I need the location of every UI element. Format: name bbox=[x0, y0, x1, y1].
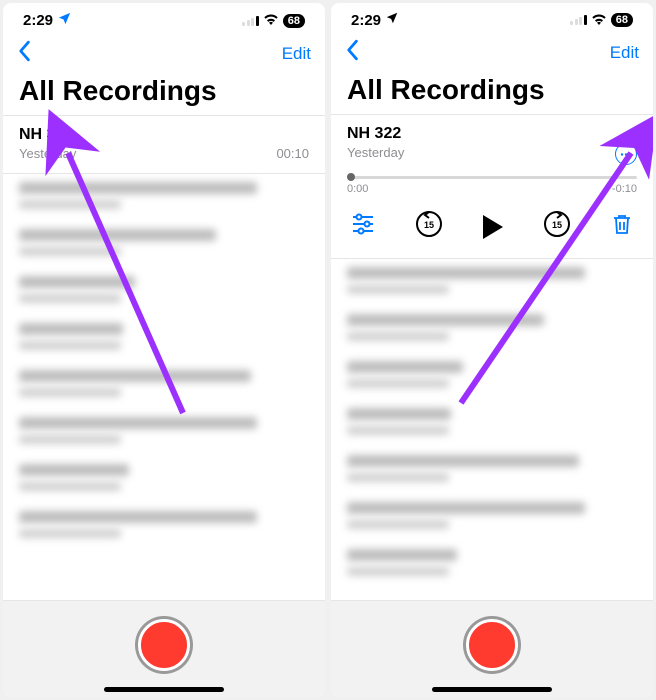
list-item bbox=[19, 182, 309, 209]
recording-date: Yesterday bbox=[347, 145, 404, 160]
status-bar: 2:29 68 bbox=[3, 3, 325, 34]
scrubber-time-start: 0:00 bbox=[347, 183, 368, 195]
location-icon bbox=[385, 11, 399, 29]
nav-bar: Edit bbox=[331, 33, 653, 72]
recording-item[interactable]: NH 322 Yesterday 00:10 bbox=[3, 116, 325, 173]
battery-indicator: 68 bbox=[611, 13, 633, 27]
playback-controls: 15 15 bbox=[331, 199, 653, 258]
playback-scrubber[interactable]: 0:00 -0:10 bbox=[331, 172, 653, 199]
home-indicator bbox=[104, 687, 224, 692]
cellular-signal-icon bbox=[242, 16, 259, 26]
phone-screen-right: 2:29 68 Edit All Recordings bbox=[331, 3, 653, 697]
skip-forward-15-icon[interactable]: 15 bbox=[542, 209, 572, 244]
list-item bbox=[19, 276, 309, 303]
back-button[interactable] bbox=[17, 40, 31, 67]
recording-title: NH 322 bbox=[347, 125, 637, 143]
recording-item-expanded[interactable]: NH 322 Yesterday bbox=[331, 115, 653, 172]
recording-title: NH 322 bbox=[19, 126, 309, 144]
page-title: All Recordings bbox=[3, 73, 325, 115]
svg-text:15: 15 bbox=[552, 220, 562, 230]
list-item bbox=[347, 314, 637, 341]
recordings-list-blurred bbox=[3, 174, 325, 600]
nav-bar: Edit bbox=[3, 34, 325, 73]
svg-text:15: 15 bbox=[424, 220, 434, 230]
scrubber-time-end: -0:10 bbox=[612, 183, 637, 195]
status-time: 2:29 bbox=[23, 12, 53, 29]
recording-date: Yesterday bbox=[19, 146, 76, 161]
list-item bbox=[19, 464, 309, 491]
record-bar bbox=[331, 600, 653, 697]
wifi-icon bbox=[591, 12, 607, 29]
list-item bbox=[347, 267, 637, 294]
list-item bbox=[19, 511, 309, 538]
cellular-signal-icon bbox=[570, 15, 587, 25]
list-item bbox=[19, 323, 309, 350]
back-button[interactable] bbox=[345, 39, 359, 66]
wifi-icon bbox=[263, 12, 279, 29]
list-item bbox=[347, 549, 637, 576]
battery-indicator: 68 bbox=[283, 14, 305, 28]
list-item bbox=[347, 361, 637, 388]
list-item bbox=[347, 502, 637, 529]
location-icon bbox=[57, 11, 72, 30]
options-slider-icon[interactable] bbox=[351, 213, 375, 240]
scrubber-knob[interactable] bbox=[347, 173, 355, 181]
edit-button[interactable]: Edit bbox=[282, 44, 311, 64]
list-item bbox=[19, 417, 309, 444]
home-indicator bbox=[432, 687, 552, 692]
list-item bbox=[19, 229, 309, 256]
list-item bbox=[347, 455, 637, 482]
status-bar: 2:29 68 bbox=[331, 3, 653, 33]
record-bar bbox=[3, 600, 325, 697]
status-time: 2:29 bbox=[351, 12, 381, 29]
play-button[interactable] bbox=[483, 215, 503, 239]
more-options-button[interactable] bbox=[615, 143, 637, 165]
recordings-list-blurred bbox=[331, 259, 653, 600]
page-title: All Recordings bbox=[331, 72, 653, 114]
list-item bbox=[19, 370, 309, 397]
record-button[interactable] bbox=[138, 619, 190, 671]
list-item bbox=[347, 408, 637, 435]
record-button[interactable] bbox=[466, 619, 518, 671]
phone-screen-left: 2:29 68 Edit All Recordings bbox=[3, 3, 325, 697]
trash-icon[interactable] bbox=[611, 212, 633, 241]
edit-button[interactable]: Edit bbox=[610, 43, 639, 63]
recording-duration: 00:10 bbox=[276, 146, 309, 161]
skip-back-15-icon[interactable]: 15 bbox=[414, 209, 444, 244]
